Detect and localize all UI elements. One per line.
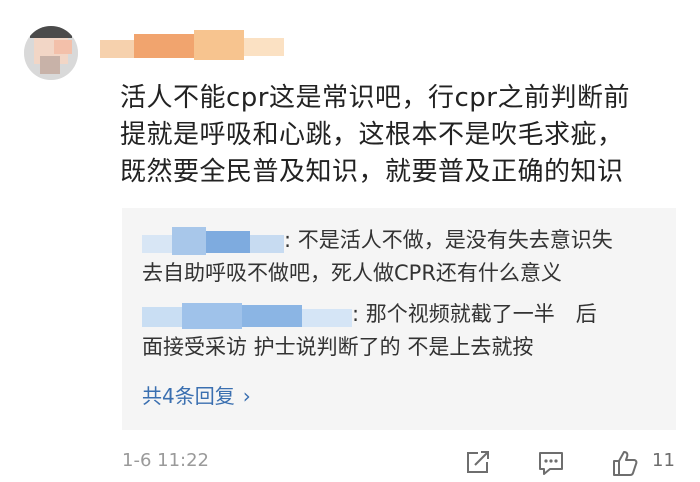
reply-text: : 那个视频就截了一半 后: [352, 302, 597, 326]
reply-item[interactable]: : 那个视频就截了一半 后 面接受采访 护士说判断了的 不是上去就按: [142, 298, 662, 364]
reply-text: : 不是活人不做，是没有失去意识失: [284, 228, 613, 252]
chevron-right-icon: ›: [242, 384, 251, 408]
share-icon[interactable]: [462, 448, 492, 478]
reply-box[interactable]: : 不是活人不做，是没有失去意识失 去自助呼吸不做吧，死人做CPR还有什么意义 …: [122, 208, 676, 430]
comment-timestamp: 1-6 11:22: [122, 450, 209, 471]
comment-footer: 1-6 11:22 11: [0, 448, 700, 478]
reply-item[interactable]: : 不是活人不做，是没有失去意识失 去自助呼吸不做吧，死人做CPR还有什么意义: [142, 224, 662, 290]
comment-line: 提就是呼吸和心跳，这根本不是吹毛求疵，: [120, 120, 624, 150]
reply-author-blurred[interactable]: [142, 301, 352, 329]
reply-author-blurred[interactable]: [142, 227, 284, 255]
reply-text: 去自助呼吸不做吧，死人做CPR还有什么意义: [142, 261, 562, 285]
comment-line: 活人不能cpr这是常识吧，行cpr之前判断前: [120, 83, 630, 113]
comment-text: 活人不能cpr这是常识吧，行cpr之前判断前 提就是呼吸和心跳，这根本不是吹毛求…: [120, 80, 690, 191]
comment-icon[interactable]: [536, 448, 566, 478]
avatar[interactable]: [24, 26, 78, 80]
more-replies-link[interactable]: 共4条回复 ›: [142, 380, 251, 409]
reply-text: 面接受采访 护士说判断了的 不是上去就按: [142, 335, 534, 359]
more-replies-label: 共4条回复: [142, 384, 235, 408]
comment-line: 既然要全民普及知识，就要普及正确的知识: [120, 157, 624, 187]
like-count: 11: [652, 450, 675, 471]
like-icon[interactable]: [610, 448, 640, 478]
username-blurred[interactable]: [100, 30, 290, 70]
